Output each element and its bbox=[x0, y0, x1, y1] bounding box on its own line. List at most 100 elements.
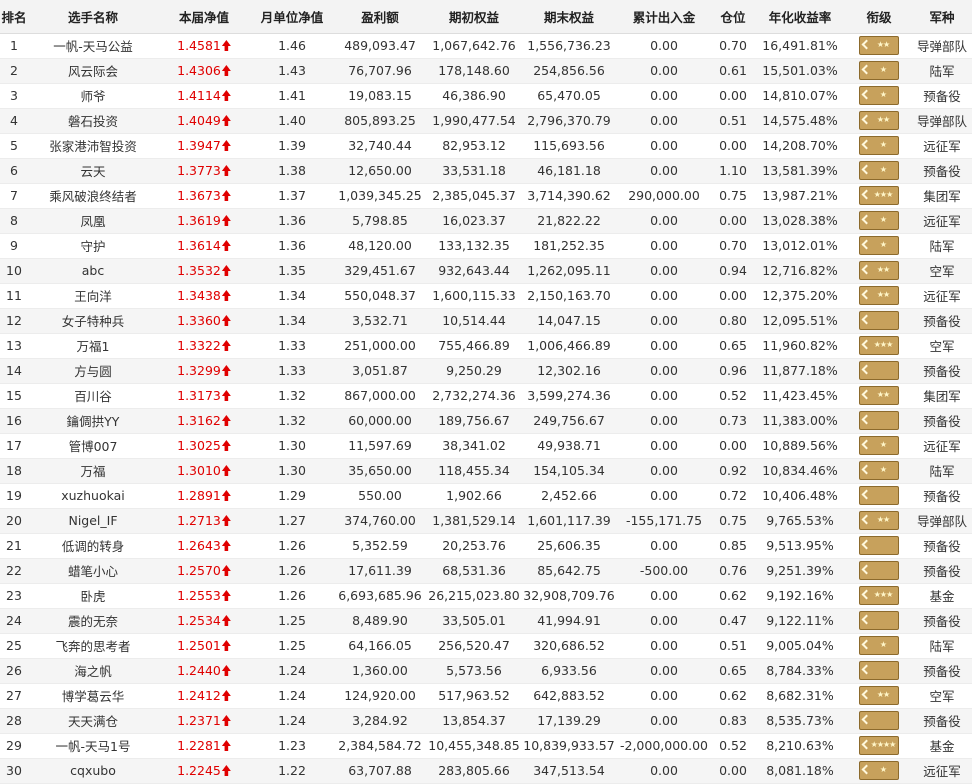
leaderboard-table: 排名 选手名称 本届净值 月单位净值 盈利额 期初权益 期末权益 累计出入金 仓… bbox=[0, 0, 972, 784]
table-row[interactable]: 7 乘风破浪终结者 1.3673 1.37 1,039,345.25 2,385,045.… bbox=[0, 183, 972, 209]
position-cell: 0.61 bbox=[712, 58, 754, 84]
player-name-cell: 鑰倜拱YY bbox=[28, 408, 158, 434]
header-rank[interactable]: 排名 bbox=[0, 0, 28, 34]
final-equity-cell: 1,601,117.39 bbox=[522, 508, 616, 534]
header-profit[interactable]: 盈利额 bbox=[334, 0, 426, 34]
table-row[interactable]: 23 卧虎 1.2553 1.26 6,693,685.96 26,215,023.80 3… bbox=[0, 583, 972, 609]
insignia-stars: ★ bbox=[879, 465, 887, 474]
header-initial-equity[interactable]: 期初权益 bbox=[426, 0, 522, 34]
net-deposit-cell: 290,000.00 bbox=[616, 183, 712, 209]
net-deposit-cell: 0.00 bbox=[616, 683, 712, 709]
up-arrow-icon bbox=[221, 190, 231, 201]
rank-insignia-cell: ★ bbox=[846, 233, 912, 259]
initial-equity-cell: 33,505.01 bbox=[426, 608, 522, 634]
nav-value: 1.3614 bbox=[177, 238, 221, 253]
table-row[interactable]: 30 cqxubo 1.2245 1.22 63,707.88 283,805.66 347… bbox=[0, 758, 972, 784]
nav-value: 1.3619 bbox=[177, 213, 221, 228]
monthly-nav-cell: 1.30 bbox=[250, 433, 334, 459]
table-row[interactable]: 11 王向洋 1.3438 1.34 550,048.37 1,600,115.33 2,1… bbox=[0, 283, 972, 309]
header-final-equity[interactable]: 期末权益 bbox=[522, 0, 616, 34]
table-row[interactable]: 16 鑰倜拱YY 1.3162 1.32 60,000.00 189,756.67 249,… bbox=[0, 408, 972, 434]
header-annual-return[interactable]: 年化收益率 bbox=[754, 0, 846, 34]
up-arrow-icon bbox=[221, 615, 231, 626]
table-row[interactable]: 20 Nigel_IF 1.2713 1.27 374,760.00 1,381,529.… bbox=[0, 508, 972, 534]
table-row[interactable]: 19 xuzhuokai 1.2891 1.29 550.00 1,902.66 2,452… bbox=[0, 483, 972, 509]
table-row[interactable]: 2 风云际会 1.4306 1.43 76,707.96 178,148.60 254,85… bbox=[0, 58, 972, 84]
header-branch[interactable]: 军种 bbox=[912, 0, 972, 34]
table-row[interactable]: 1 一帆-天马公益 1.4581 1.46 489,093.47 1,067,642.76… bbox=[0, 33, 972, 59]
rank-insignia-icon: ★★ bbox=[859, 386, 899, 405]
table-row[interactable]: 3 师爷 1.4114 1.41 19,083.15 46,386.90 65,470.05… bbox=[0, 83, 972, 109]
branch-cell: 集团军 bbox=[912, 183, 972, 209]
annual-return-cell: 14,575.48% bbox=[754, 108, 846, 134]
table-row[interactable]: 24 震的无奈 1.2534 1.25 8,489.90 33,505.01 41,994.… bbox=[0, 608, 972, 634]
header-nav[interactable]: 本届净值 bbox=[158, 0, 250, 34]
table-row[interactable]: 8 凤凰 1.3619 1.36 5,798.85 16,023.37 21,822.22 0… bbox=[0, 208, 972, 234]
annual-return-cell: 10,834.46% bbox=[754, 458, 846, 484]
table-row[interactable]: 22 蜡笔小心 1.2570 1.26 17,611.39 68,531.36 85,642… bbox=[0, 558, 972, 584]
up-arrow-icon bbox=[221, 40, 231, 51]
player-name-cell: 蜡笔小心 bbox=[28, 558, 158, 584]
final-equity-cell: 154,105.34 bbox=[522, 458, 616, 484]
annual-return-cell: 9,251.39% bbox=[754, 558, 846, 584]
table-row[interactable]: 15 百川谷 1.3173 1.32 867,000.00 2,732,274.36 3,5… bbox=[0, 383, 972, 409]
table-row[interactable]: 13 万福1 1.3322 1.33 251,000.00 755,466.89 1,006… bbox=[0, 333, 972, 359]
table-row[interactable]: 14 方与圆 1.3299 1.33 3,051.87 9,250.29 12,302.16… bbox=[0, 358, 972, 384]
rank-insignia-cell bbox=[846, 658, 912, 684]
table-row[interactable]: 28 天天满仓 1.2371 1.24 3,284.92 13,854.37 17,139.… bbox=[0, 708, 972, 734]
table-row[interactable]: 6 云天 1.3773 1.38 12,650.00 33,531.18 46,181.18… bbox=[0, 158, 972, 184]
player-name-cell: 一帆-天马1号 bbox=[28, 733, 158, 759]
nav-cell: 1.4306 bbox=[158, 58, 250, 84]
table-row[interactable]: 4 磐石投资 1.4049 1.40 805,893.25 1,990,477.54 2,7… bbox=[0, 108, 972, 134]
rank-insignia-icon: ★★ bbox=[859, 261, 899, 280]
table-row[interactable]: 5 张家港沛智投资 1.3947 1.39 32,740.44 82,953.12 115,… bbox=[0, 133, 972, 159]
table-row[interactable]: 10 abc 1.3532 1.35 329,451.67 932,643.44 1,262… bbox=[0, 258, 972, 284]
rank-insignia-icon bbox=[859, 411, 899, 430]
table-row[interactable]: 25 飞奔的思考者 1.2501 1.25 64,166.05 256,520.47 320… bbox=[0, 633, 972, 659]
branch-cell: 远征军 bbox=[912, 758, 972, 784]
table-row[interactable]: 12 女子特种兵 1.3360 1.34 3,532.71 10,514.44 14,047… bbox=[0, 308, 972, 334]
table-row[interactable]: 27 博学葛云华 1.2412 1.24 124,920.00 517,963.52 642… bbox=[0, 683, 972, 709]
insignia-stars: ★ bbox=[879, 765, 887, 774]
rank-cell: 19 bbox=[0, 483, 28, 509]
annual-return-cell: 13,012.01% bbox=[754, 233, 846, 259]
table-row[interactable]: 9 守护 1.3614 1.36 48,120.00 133,132.35 181,252.… bbox=[0, 233, 972, 259]
position-cell: 0.76 bbox=[712, 558, 754, 584]
initial-equity-cell: 133,132.35 bbox=[426, 233, 522, 259]
header-net-deposit[interactable]: 累计出入金 bbox=[616, 0, 712, 34]
nav-value: 1.3322 bbox=[177, 338, 221, 353]
nav-value: 1.3438 bbox=[177, 288, 221, 303]
insignia-stars: ★ bbox=[879, 140, 887, 149]
header-position[interactable]: 仓位 bbox=[712, 0, 754, 34]
up-arrow-icon bbox=[221, 115, 231, 126]
annual-return-cell: 13,028.38% bbox=[754, 208, 846, 234]
insignia-stars: ★★ bbox=[876, 40, 890, 49]
final-equity-cell: 10,839,933.57 bbox=[522, 733, 616, 759]
table-row[interactable]: 26 海之帆 1.2440 1.24 1,360.00 5,573.56 6,933.56 0… bbox=[0, 658, 972, 684]
net-deposit-cell: 0.00 bbox=[616, 658, 712, 684]
nav-value: 1.2371 bbox=[177, 713, 221, 728]
rank-insignia-cell: ★★ bbox=[846, 108, 912, 134]
monthly-nav-cell: 1.30 bbox=[250, 458, 334, 484]
header-monthly-nav[interactable]: 月单位净值 bbox=[250, 0, 334, 34]
monthly-nav-cell: 1.24 bbox=[250, 683, 334, 709]
position-cell: 1.10 bbox=[712, 158, 754, 184]
header-rank-insignia[interactable]: 衔级 bbox=[846, 0, 912, 34]
profit-cell: 17,611.39 bbox=[334, 558, 426, 584]
rank-insignia-icon: ★ bbox=[859, 761, 899, 780]
table-row[interactable]: 18 万福 1.3010 1.30 35,650.00 118,455.34 154,105… bbox=[0, 458, 972, 484]
player-name-cell: abc bbox=[28, 258, 158, 284]
rank-insignia-cell: ★★★ bbox=[846, 583, 912, 609]
annual-return-cell: 9,122.11% bbox=[754, 608, 846, 634]
monthly-nav-cell: 1.23 bbox=[250, 733, 334, 759]
nav-value: 1.3173 bbox=[177, 388, 221, 403]
rank-insignia-cell: ★★ bbox=[846, 508, 912, 534]
rank-insignia-icon bbox=[859, 711, 899, 730]
table-row[interactable]: 29 一帆-天马1号 1.2281 1.23 2,384,584.72 10,455,34… bbox=[0, 733, 972, 759]
insignia-stars: ★ bbox=[879, 440, 887, 449]
player-name-cell: 低调的转身 bbox=[28, 533, 158, 559]
header-player-name[interactable]: 选手名称 bbox=[28, 0, 158, 34]
table-row[interactable]: 21 低调的转身 1.2643 1.26 5,352.59 20,253.76 25,606… bbox=[0, 533, 972, 559]
table-row[interactable]: 17 管博007 1.3025 1.30 11,597.69 38,341.02 49,93… bbox=[0, 433, 972, 459]
net-deposit-cell: 0.00 bbox=[616, 483, 712, 509]
